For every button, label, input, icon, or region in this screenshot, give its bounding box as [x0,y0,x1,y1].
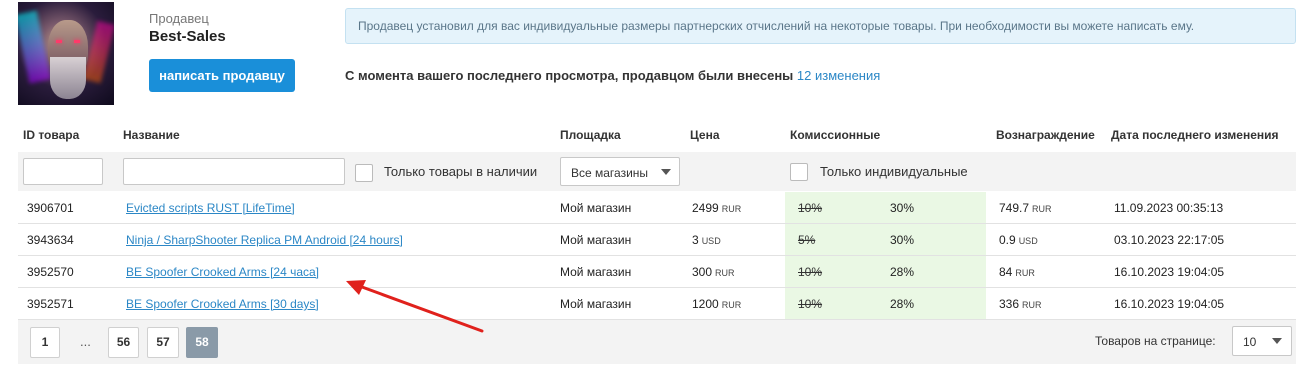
price-currency: USD [701,236,721,246]
seller-name: Best-Sales [149,28,226,45]
page-ellipsis: ... [80,334,91,349]
platform: Мой магазин [560,265,632,279]
commission: 28% [890,265,915,279]
store-select-value: Все магазины [571,166,649,180]
table-row: 3906701 Evicted scripts RUST [LifeTime] Мо… [18,192,1296,224]
reward-value: 0.9 [999,233,1016,247]
price-value: 3 [692,233,699,247]
individual-label: Только индивидуальные [820,164,968,179]
old-commission: 10% [798,201,823,215]
individual-checkbox[interactable] [790,163,808,181]
commission: 30% [890,201,915,215]
col-header-price[interactable]: Цена [690,128,720,142]
product-id: 3906701 [27,201,74,215]
seller-avatar [18,2,114,105]
last-change-date: 16.10.2023 19:04:05 [1114,265,1225,279]
per-page-select[interactable]: 10 [1232,326,1292,356]
price-currency: RUR [715,268,735,278]
price-value: 2499 [692,201,719,215]
reward-currency: RUR [1022,300,1042,310]
product-name-link[interactable]: Evicted scripts RUST [LifeTime] [126,201,295,215]
reward: 749.7 RUR [999,201,1052,215]
col-header-commission[interactable]: Комиссионные [790,128,880,142]
product-name-link[interactable]: BE Spoofer Crooked Arms [30 days] [126,297,319,311]
platform: Мой магазин [560,233,632,247]
reward-currency: RUR [1015,268,1035,278]
page-button-57[interactable]: 57 [147,327,179,358]
old-commission: 10% [798,265,823,279]
name-filter-input[interactable] [123,158,345,185]
col-header-date[interactable]: Дата последнего изменения [1111,128,1279,142]
old-commission: 10% [798,297,823,311]
last-change-date: 03.10.2023 22:17:05 [1114,233,1225,247]
seller-label: Продавец [149,11,209,26]
last-change-date: 11.09.2023 00:35:13 [1114,201,1224,215]
product-name-link[interactable]: Ninja / SharpShooter Replica PM Android … [126,233,403,247]
platform: Мой магазин [560,201,632,215]
price-currency: RUR [721,204,742,214]
page-button-56[interactable]: 56 [108,327,139,358]
reward-value: 749.7 [999,201,1030,215]
col-header-name[interactable]: Название [123,128,180,142]
price-value: 1200 [692,297,719,311]
per-page-label: Товаров на странице: [1095,334,1216,348]
reward-value: 336 [999,297,1020,311]
old-commission: 5% [798,233,816,247]
reward-currency: RUR [1032,204,1052,214]
price: 1200 RUR [692,297,741,311]
last-change-date: 16.10.2023 19:04:05 [1114,297,1225,311]
commission: 30% [890,233,915,247]
write-seller-button[interactable]: написать продавцу [149,59,295,92]
info-message: Продавец установил для вас индивидуальны… [345,8,1296,44]
col-header-reward[interactable]: Вознаграждение [996,128,1095,142]
product-name-cell: BE Spoofer Crooked Arms [30 days] [126,297,319,311]
price: 3 USD [692,233,721,247]
id-filter-input[interactable] [23,158,103,185]
in-stock-label: Только товары в наличии [384,164,538,179]
price-value: 300 [692,265,713,279]
changes-notice: С момента вашего последнего просмотра, п… [345,68,880,83]
changes-link[interactable]: 12 изменения [797,68,880,83]
page-button-1[interactable]: 1 [30,327,60,358]
product-id: 3943634 [27,233,74,247]
product-id: 3952571 [27,297,74,311]
reward: 0.9 USD [999,233,1038,247]
col-header-platform[interactable]: Площадка [560,128,621,142]
caret-down-icon [1272,338,1282,344]
product-id: 3952570 [27,265,74,279]
in-stock-checkbox[interactable] [355,164,373,182]
product-name-cell: Ninja / SharpShooter Replica PM Android … [126,233,403,247]
price-currency: RUR [721,300,742,310]
price: 2499 RUR [692,201,741,215]
reward-value: 84 [999,265,1013,279]
changes-text: С момента вашего последнего просмотра, п… [345,68,794,83]
product-name-link[interactable]: BE Spoofer Crooked Arms [24 часа] [126,265,319,279]
per-page-value: 10 [1243,335,1257,349]
product-name-cell: BE Spoofer Crooked Arms [24 часа] [126,265,319,279]
col-header-id[interactable]: ID товара [23,128,79,142]
caret-down-icon [661,169,671,175]
table-row: 3952570 BE Spoofer Crooked Arms [24 часа]… [18,256,1296,288]
product-name-cell: Evicted scripts RUST [LifeTime] [126,201,295,215]
table-row: 3943634 Ninja / SharpShooter Replica PM A… [18,224,1296,256]
price: 300 RUR [692,265,735,279]
page-button-58-current[interactable]: 58 [186,327,218,358]
reward-currency: USD [1018,236,1038,246]
platform: Мой магазин [560,297,632,311]
reward: 336 RUR [999,297,1042,311]
table-row: 3952571 BE Spoofer Crooked Arms [30 days]… [18,288,1296,320]
commission: 28% [890,297,915,311]
reward: 84 RUR [999,265,1035,279]
